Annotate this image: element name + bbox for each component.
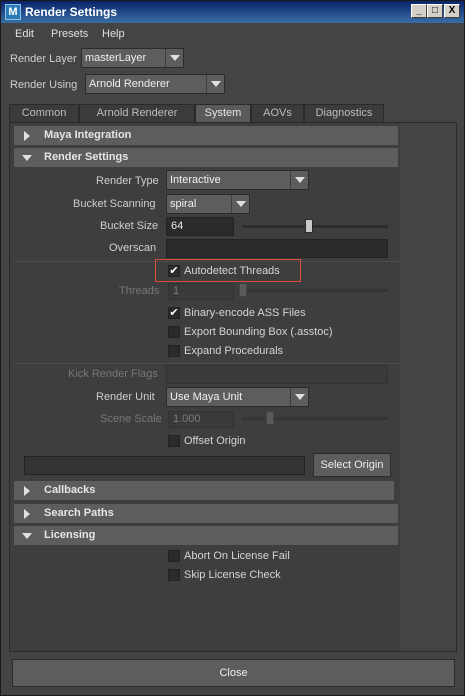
panel-gutter xyxy=(400,123,456,651)
chevron-down-icon xyxy=(290,171,308,189)
abort-on-license-fail-checkbox[interactable] xyxy=(168,550,180,562)
skip-license-check-checkbox[interactable] xyxy=(168,569,180,581)
checkmark-icon: ✔ xyxy=(169,265,179,277)
bucket-scanning-label: Bucket Scanning xyxy=(73,198,156,210)
expand-arrow-icon xyxy=(24,486,30,496)
chevron-down-icon xyxy=(165,49,183,67)
menu-presets[interactable]: Presets xyxy=(51,28,88,40)
menu-edit[interactable]: Edit xyxy=(15,28,34,40)
bucket-size-slider-handle[interactable] xyxy=(305,219,314,233)
chevron-down-icon xyxy=(206,75,224,93)
threads-label: Threads xyxy=(119,285,160,297)
section-search-paths[interactable]: Search Paths xyxy=(14,504,398,523)
render-type-value: Interactive xyxy=(170,174,221,186)
render-settings-window: M Render Settings _ □ X Edit Presets Hel… xyxy=(0,0,465,696)
close-window-button[interactable]: X xyxy=(444,4,460,18)
system-tab-panel: Maya Integration Render Settings Render … xyxy=(9,122,457,652)
render-using-value: Arnold Renderer xyxy=(89,78,170,90)
expand-arrow-icon xyxy=(24,131,30,141)
tab-arnold-renderer[interactable]: Arnold Renderer xyxy=(79,104,195,123)
close-button[interactable]: Close xyxy=(12,659,455,687)
minimize-button[interactable]: _ xyxy=(411,4,427,18)
expand-procedurals-checkbox[interactable] xyxy=(168,345,180,357)
threads-slider[interactable] xyxy=(242,289,388,292)
abort-on-license-fail-label: Abort On License Fail xyxy=(184,550,290,562)
origin-object-field[interactable] xyxy=(24,456,305,475)
section-render-settings[interactable]: Render Settings xyxy=(14,148,398,167)
collapse-arrow-icon xyxy=(22,155,32,161)
offset-origin-label: Offset Origin xyxy=(184,435,246,447)
maximize-button[interactable]: □ xyxy=(427,4,443,18)
threads-field[interactable]: 1 xyxy=(168,283,234,300)
export-bbox-checkbox[interactable] xyxy=(168,326,180,338)
autodetect-threads-label: Autodetect Threads xyxy=(184,265,280,277)
scene-scale-slider-handle[interactable] xyxy=(266,411,274,425)
menu-help[interactable]: Help xyxy=(102,28,125,40)
scene-scale-field[interactable]: 1.000 xyxy=(168,411,234,428)
scene-scale-label: Scene Scale xyxy=(100,413,162,425)
tab-aovs[interactable]: AOVs xyxy=(251,104,304,123)
tab-common[interactable]: Common xyxy=(9,104,79,123)
render-type-label: Render Type xyxy=(96,175,159,187)
title-bar[interactable]: M Render Settings _ □ X xyxy=(1,1,464,23)
bucket-size-field[interactable]: 64 xyxy=(166,217,234,236)
tab-system[interactable]: System xyxy=(195,104,251,123)
section-licensing[interactable]: Licensing xyxy=(14,526,398,545)
bucket-scanning-dropdown[interactable]: spiral xyxy=(166,194,250,214)
threads-slider-handle[interactable] xyxy=(239,283,247,297)
offset-origin-checkbox[interactable] xyxy=(168,435,180,447)
render-unit-label: Render Unit xyxy=(96,391,155,403)
overscan-field[interactable] xyxy=(166,239,388,258)
scene-scale-slider[interactable] xyxy=(242,417,388,420)
chevron-down-icon xyxy=(231,195,249,213)
kick-render-flags-label: Kick Render Flags xyxy=(68,368,158,380)
menu-bar: Edit Presets Help xyxy=(1,25,464,45)
chevron-down-icon xyxy=(290,388,308,406)
render-using-label: Render Using xyxy=(10,79,78,91)
bucket-size-label: Bucket Size xyxy=(100,220,159,232)
skip-license-check-label: Skip License Check xyxy=(184,569,281,581)
kick-render-flags-field[interactable] xyxy=(166,365,388,384)
collapse-arrow-icon xyxy=(22,533,32,539)
divider xyxy=(14,363,400,364)
tab-diagnostics[interactable]: Diagnostics xyxy=(304,104,384,123)
bucket-size-slider[interactable] xyxy=(242,225,388,228)
section-maya-integration[interactable]: Maya Integration xyxy=(14,126,398,145)
export-bbox-label: Export Bounding Box (.asstoc) xyxy=(184,326,333,338)
render-using-dropdown[interactable]: Arnold Renderer xyxy=(85,74,225,94)
render-type-dropdown[interactable]: Interactive xyxy=(166,170,309,190)
render-layer-dropdown[interactable]: masterLayer xyxy=(81,48,184,68)
window-title: Render Settings xyxy=(25,5,118,19)
select-origin-button[interactable]: Select Origin xyxy=(313,453,391,477)
render-unit-value: Use Maya Unit xyxy=(170,391,243,403)
render-layer-value: masterLayer xyxy=(85,52,147,64)
bucket-scanning-value: spiral xyxy=(170,198,197,210)
overscan-label: Overscan xyxy=(109,242,157,254)
binary-encode-label: Binary-encode ASS Files xyxy=(184,307,306,319)
expand-procedurals-label: Expand Procedurals xyxy=(184,345,284,357)
render-unit-dropdown[interactable]: Use Maya Unit xyxy=(166,387,309,407)
maya-app-icon: M xyxy=(5,4,21,20)
expand-arrow-icon xyxy=(24,509,30,519)
autodetect-threads-checkbox[interactable]: ✔ xyxy=(168,265,180,277)
render-layer-label: Render Layer xyxy=(10,53,77,65)
binary-encode-checkbox[interactable]: ✔ xyxy=(168,307,180,319)
checkmark-icon: ✔ xyxy=(169,307,179,319)
section-callbacks[interactable]: Callbacks xyxy=(14,481,394,500)
